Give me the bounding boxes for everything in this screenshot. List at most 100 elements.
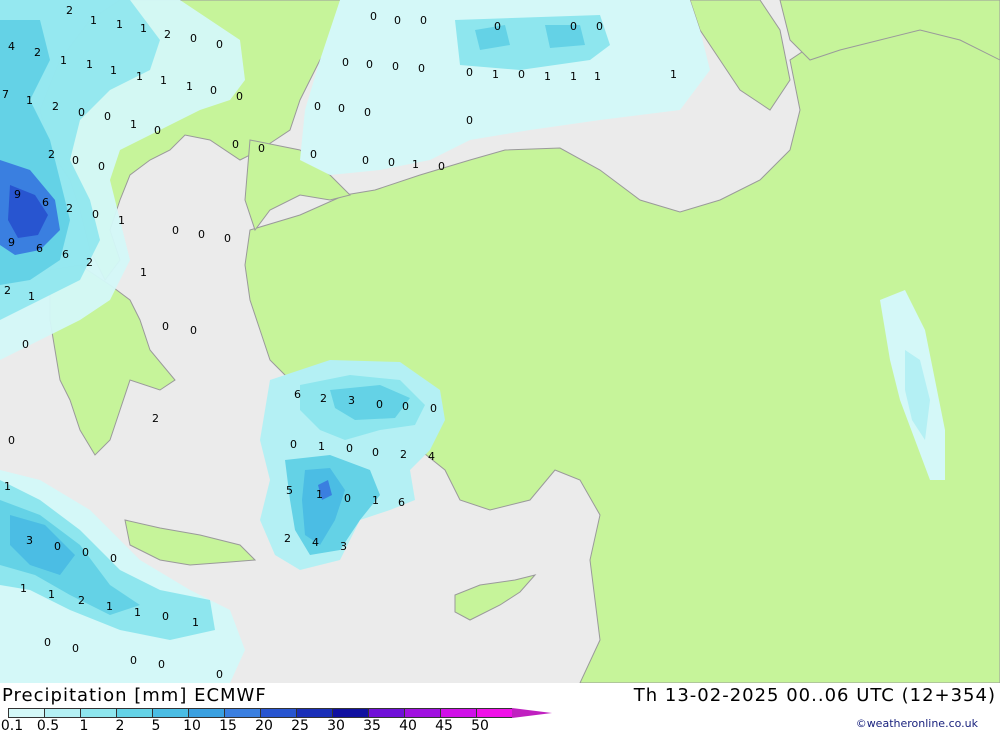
precip-value-label: 4 (428, 450, 435, 463)
precip-value-label: 0 (430, 402, 437, 415)
precip-value-label: 0 (162, 320, 169, 333)
precip-value-label: 0 (518, 68, 525, 81)
precipitation-map: 2 1 1 1 2 0 0 4 2 1 1 1 1 1 1 0 0 7 1 2 0 0 1 0 0 0 2 0 0 9 6 2 0 1 9 6 6 2 1 2… (0, 0, 1000, 683)
precip-value-label: 0 (366, 58, 373, 71)
precip-value-label: 0 (388, 156, 395, 169)
legend-label: 1 (79, 718, 89, 734)
precip-value-label: 6 (62, 248, 69, 261)
precip-value-label: 1 (316, 488, 323, 501)
precip-value-label: 0 (310, 148, 317, 161)
precip-value-label: 0 (466, 114, 473, 127)
precip-value-label: 0 (494, 20, 501, 33)
legend-swatch (260, 708, 296, 718)
precip-value-label: 1 (160, 74, 167, 87)
precip-value-label: 1 (372, 494, 379, 507)
precip-value-label: 0 (376, 398, 383, 411)
land-crete (124, 519, 257, 566)
precip-value-label: 0 (82, 546, 89, 559)
precip-value-label: 0 (344, 492, 351, 505)
precip-value-label: 3 (348, 394, 355, 407)
precip-value-label: 1 (116, 18, 123, 31)
precip-value-label: 1 (140, 266, 147, 279)
precip-value-label: 0 (346, 442, 353, 455)
precip-value-label: 1 (20, 582, 27, 595)
precip-value-label: 0 (162, 610, 169, 623)
precip-value-label: 0 (232, 138, 239, 151)
precip-value-label: 2 (152, 412, 159, 425)
precip-value-label: 1 (412, 158, 419, 171)
precip-value-label: 2 (78, 594, 85, 607)
precip-value-label: 0 (438, 160, 445, 173)
precip-value-label: 7 (2, 88, 9, 101)
precip-value-label: 2 (66, 4, 73, 17)
legend-label: 0.1 (0, 718, 24, 734)
precip-value-label: 2 (34, 46, 41, 59)
legend-swatch (440, 708, 476, 718)
map-svg: 2 1 1 1 2 0 0 4 2 1 1 1 1 1 1 0 0 7 1 2 0 0 1 0 0 0 2 0 0 9 6 2 0 1 9 6 6 2 1 2… (0, 0, 1000, 683)
legend-label: 45 (435, 718, 453, 734)
precip-value-label: 0 (130, 654, 137, 667)
precip-value-label: 1 (48, 588, 55, 601)
legend-swatch (44, 708, 80, 718)
precip-value-label: 1 (670, 68, 677, 81)
precip-value-label: 0 (8, 434, 15, 447)
map-title: Precipitation [mm] ECMWF (2, 685, 267, 706)
precip-value-label: 0 (342, 56, 349, 69)
legend-swatch (512, 708, 552, 718)
legend-label: 10 (183, 718, 201, 734)
precip-value-label: 1 (4, 480, 11, 493)
precip-value-label: 1 (110, 64, 117, 77)
footer: Precipitation [mm] ECMWF Th 13-02-2025 0… (0, 683, 1000, 734)
legend-swatch (188, 708, 224, 718)
legend-swatch (476, 708, 512, 718)
precip-value-label: 1 (570, 70, 577, 83)
precip-value-label: 0 (190, 324, 197, 337)
legend-label: 30 (327, 718, 345, 734)
precip-value-label: 2 (66, 202, 73, 215)
precip-value-label: 5 (286, 484, 293, 497)
precip-value-label: 3 (340, 540, 347, 553)
precip-value-label: 2 (86, 256, 93, 269)
legend-swatch (368, 708, 404, 718)
legend-label: 25 (291, 718, 309, 734)
precip-value-label: 4 (312, 536, 319, 549)
precip-value-label: 1 (186, 80, 193, 93)
legend-label: 5 (151, 718, 161, 734)
legend-label: 0.5 (36, 718, 60, 734)
precip-value-label: 0 (216, 668, 223, 681)
land-cyprus (454, 574, 537, 621)
precip-value-label: 0 (172, 224, 179, 237)
credit-link[interactable]: ©weatheronline.co.uk (856, 717, 978, 730)
precip-value-label: 9 (8, 236, 15, 249)
precip-value-label: 1 (192, 616, 199, 629)
precip-value-label: 2 (4, 284, 11, 297)
precip-value-label: 1 (318, 440, 325, 453)
precip-value-label: 1 (90, 14, 97, 27)
precip-value-label: 0 (98, 160, 105, 173)
precip-value-label: 3 (26, 534, 33, 547)
legend-swatch (296, 708, 332, 718)
precip-value-label: 1 (594, 70, 601, 83)
precip-value-label: 6 (36, 242, 43, 255)
legend-label: 35 (363, 718, 381, 734)
legend-swatch (332, 708, 368, 718)
legend-label: 15 (219, 718, 237, 734)
precip-value-label: 1 (136, 70, 143, 83)
legend-swatch (152, 708, 188, 718)
precip-value-label: 1 (106, 600, 113, 613)
legend-label: 40 (399, 718, 417, 734)
precip-value-label: 0 (22, 338, 29, 351)
precip-value-label: 0 (92, 208, 99, 221)
precip-value-label: 0 (72, 154, 79, 167)
precip-value-label: 0 (44, 636, 51, 649)
precip-value-label: 0 (364, 106, 371, 119)
precip-value-label: 0 (54, 540, 61, 553)
precip-value-label: 0 (258, 142, 265, 155)
precip-value-label: 2 (284, 532, 291, 545)
precip-value-label: 6 (42, 196, 49, 209)
precip-value-label: 1 (26, 94, 33, 107)
legend-label: 20 (255, 718, 273, 734)
precip-value-label: 0 (370, 10, 377, 23)
precip-value-label: 2 (164, 28, 171, 41)
precip-value-label: 0 (596, 20, 603, 33)
